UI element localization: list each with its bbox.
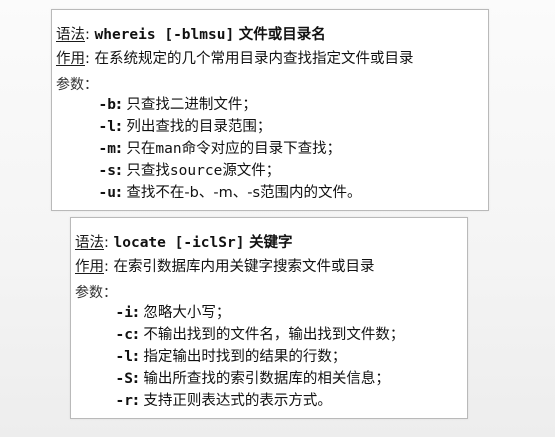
usage-colon: : [104,259,109,275]
param-sep: : [116,97,122,113]
param-option: -m [98,141,116,157]
param-option: -r [115,393,133,409]
param-option: -b [98,97,116,113]
param-desc: 忽略大小写； [143,305,231,321]
param-row: -b: 只查找二进制文件； [90,96,257,114]
param-row: -l: 列出查找的目录范围； [90,118,272,136]
usage-line: 作用: 在系统规定的几个常用目录内查找指定文件或目录 [56,50,414,68]
param-desc: 源文件； [222,163,281,179]
params-label: 参数： [75,285,117,301]
syntax-label: 语法 [56,27,85,43]
param-option: -l [98,119,116,135]
usage-text: 在索引数据库内用关键字搜索文件或目录 [113,259,375,275]
usage-line: 作用: 在索引数据库内用关键字搜索文件或目录 [75,258,375,276]
params-label: 参数： [56,77,98,93]
param-desc: 输出所查找的索引数据库的相关信息； [143,371,390,387]
syntax-line: 语法: whereis [-blmsu] 文件或目录名 [56,26,326,44]
param-sep: : [133,349,139,365]
param-row: -s: 只查找source源文件； [90,162,281,180]
param-desc: 命令对应的目录下查找； [181,141,342,157]
param-sep: : [133,393,139,409]
param-desc-pre: 只查找 [126,163,170,179]
param-desc-pre: 只在 [126,141,156,157]
locate-card: 语法: locate [-iclSr] 关键字 作用: 在索引数据库内用关键字搜… [70,217,468,419]
param-desc-mono: man [155,141,182,157]
usage-label: 作用 [75,259,104,275]
syntax-colon: : [104,235,109,251]
param-desc: 支持正则表达式的表示方式。 [143,393,332,409]
param-sep: : [116,119,122,135]
param-option: -u [98,185,116,201]
param-option: -S [115,371,133,387]
param-option: -c [115,327,133,343]
whereis-card: 语法: whereis [-blmsu] 文件或目录名 作用: 在系统规定的几个… [51,9,489,211]
param-sep: : [116,141,122,157]
param-row: -i: 忽略大小写； [107,304,231,322]
param-sep: : [116,163,122,179]
syntax-colon: : [85,27,90,43]
param-desc: 指定输出时找到的结果的行数； [143,349,347,365]
param-sep: : [116,185,122,201]
param-row: -u: 查找不在-b、-m、-s范围内的文件。 [90,184,362,202]
command-name: locate [-iclSr] [113,235,245,251]
command-name: whereis [-blmsu] [94,27,235,43]
param-sep: : [133,371,139,387]
param-sep: : [133,305,139,321]
param-desc: 不输出找到的文件名，输出找到文件数； [143,327,405,343]
usage-colon: : [85,51,90,67]
syntax-label: 语法 [75,235,104,251]
param-desc: 列出查找的目录范围； [126,119,272,135]
param-desc-mono: source [169,163,223,179]
command-arg: 文件或目录名 [238,27,326,43]
param-desc: 查找不在-b、-m、-s范围内的文件。 [126,185,362,201]
usage-label: 作用 [56,51,85,67]
param-option: -l [115,349,133,365]
param-row: -l: 指定输出时找到的结果的行数； [107,348,347,366]
param-row: -m: 只在man命令对应的目录下查找； [90,140,342,158]
usage-text: 在系统规定的几个常用目录内查找指定文件或目录 [94,51,414,67]
param-row: -S: 输出所查找的索引数据库的相关信息； [107,370,390,388]
syntax-line: 语法: locate [-iclSr] 关键字 [75,234,293,252]
param-row: -r: 支持正则表达式的表示方式。 [107,392,332,410]
param-row: -c: 不输出找到的文件名，输出找到文件数； [107,326,405,344]
command-arg: 关键字 [249,235,293,251]
param-option: -i [115,305,133,321]
param-option: -s [98,163,116,179]
param-desc: 只查找二进制文件； [126,97,257,113]
param-sep: : [133,327,139,343]
